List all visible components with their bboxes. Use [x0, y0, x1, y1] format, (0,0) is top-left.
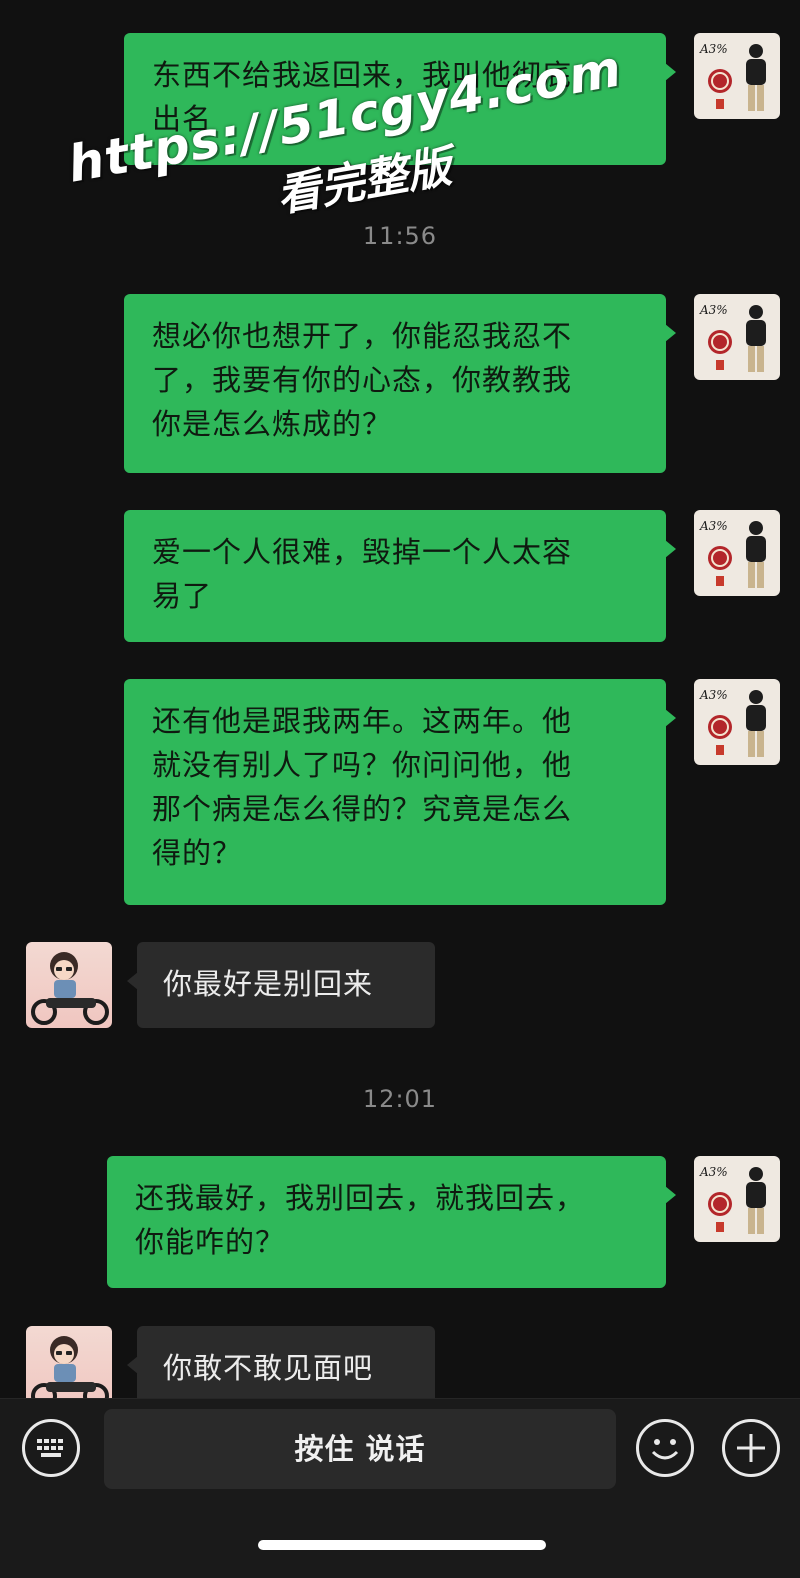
message-line: 还有他是跟我两年。这两年。他	[152, 704, 573, 738]
home-indicator[interactable]	[258, 1540, 546, 1550]
plus-icon	[737, 1434, 765, 1462]
message-line: 那个病是怎么得的？究竟是怎么	[152, 792, 573, 826]
message-line: 出名	[152, 102, 213, 136]
keyboard-button[interactable]	[22, 1419, 80, 1477]
message-line: 你敢不敢见面吧	[163, 1351, 374, 1385]
contact-avatar[interactable]	[26, 942, 112, 1028]
message-line: 得的？	[152, 836, 243, 870]
message-bubble-outgoing[interactable]: 还我最好，我别回去，就我回去， 你能咋的？	[107, 1156, 676, 1288]
timestamp: 11:56	[362, 222, 438, 250]
svg-text:A3%: A3%	[699, 688, 728, 702]
message-bubble-outgoing[interactable]: 爱一个人很难，毁掉一个人太容 易了	[124, 510, 676, 642]
svg-text:A3%: A3%	[699, 303, 728, 317]
my-avatar[interactable]: A3%	[694, 679, 780, 765]
smiley-icon	[651, 1439, 679, 1460]
add-button[interactable]	[722, 1419, 780, 1477]
message-line: 易了	[152, 579, 213, 613]
svg-text:A3%: A3%	[699, 42, 728, 56]
message-bubble-outgoing[interactable]: 想必你也想开了，你能忍我忍不 了，我要有你的心态，你教教我 你是怎么炼成的？	[124, 294, 676, 473]
contact-avatar[interactable]	[26, 1326, 112, 1398]
my-avatar[interactable]: A3%	[694, 33, 780, 119]
message-bubble-outgoing[interactable]: 还有他是跟我两年。这两年。他 就没有别人了吗？你问问他，他 那个病是怎么得的？究…	[124, 679, 676, 905]
svg-text:A3%: A3%	[699, 1165, 728, 1179]
person-figure-icon: A3%	[699, 519, 766, 588]
chat-history[interactable]: 东西不给我返回来，我叫他彻底 出名 A3% 11:56 想必你也想开了，你能忍我…	[0, 0, 800, 1398]
emoji-button[interactable]	[636, 1419, 694, 1477]
svg-text:A3%: A3%	[699, 519, 728, 533]
my-avatar[interactable]: A3%	[694, 510, 780, 596]
keyboard-icon	[37, 1439, 63, 1457]
boy-on-motorbike-icon	[31, 1336, 109, 1398]
message-line: 还我最好，我别回去，就我回去，	[135, 1181, 586, 1215]
message-bubble-incoming[interactable]: 你最好是别回来	[127, 942, 435, 1028]
my-avatar[interactable]: A3%	[694, 1156, 780, 1242]
my-avatar[interactable]: A3%	[694, 294, 780, 380]
message-line: 了，我要有你的心态，你教教我	[152, 363, 573, 397]
message-line: 你能咋的？	[135, 1225, 286, 1259]
message-bubble-outgoing[interactable]: 东西不给我返回来，我叫他彻底 出名	[124, 33, 676, 165]
message-bubble-incoming[interactable]: 你敢不敢见面吧	[127, 1326, 435, 1398]
hold-to-talk-button[interactable]: 按住 说话	[104, 1409, 616, 1489]
message-line: 想必你也想开了，你能忍我忍不	[152, 319, 573, 353]
input-bar: 按住 说话	[0, 1398, 800, 1578]
message-line: 你最好是别回来	[163, 967, 374, 1001]
message-line: 爱一个人很难，毁掉一个人太容	[152, 535, 573, 569]
message-line: 东西不给我返回来，我叫他彻底	[152, 58, 573, 92]
person-figure-icon: A3%	[699, 303, 766, 372]
person-figure-icon: A3%	[699, 1165, 766, 1234]
person-figure-icon: A3%	[699, 42, 766, 111]
message-line: 你是怎么炼成的？	[152, 407, 393, 441]
message-line: 就没有别人了吗？你问问他，他	[152, 748, 573, 782]
person-figure-icon: A3%	[699, 688, 766, 757]
boy-on-motorbike-icon	[31, 952, 109, 1025]
timestamp: 12:01	[362, 1085, 438, 1113]
